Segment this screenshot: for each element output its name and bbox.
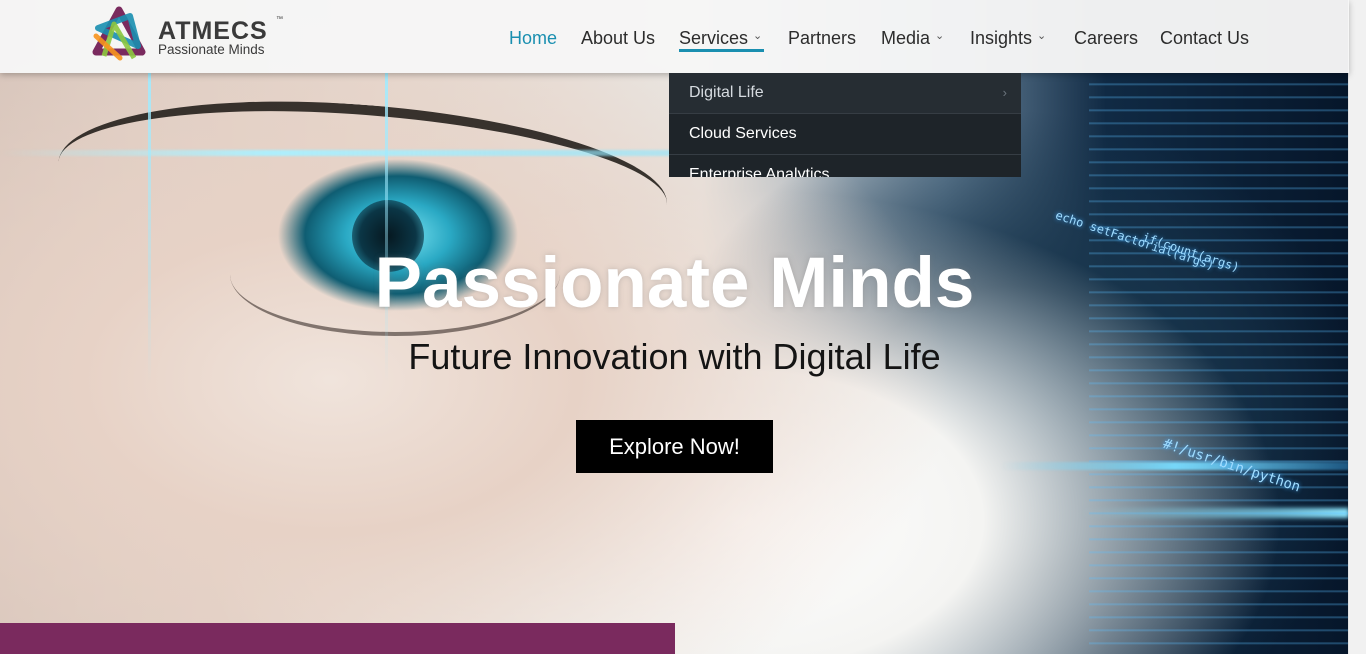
- dropdown-item-enterprise-analytics[interactable]: Enterprise Analytics: [669, 155, 1021, 177]
- nav-item-about-us[interactable]: About Us: [581, 26, 655, 50]
- brand-logo[interactable]: ATMECS ™ Passionate Minds: [90, 6, 290, 62]
- atmecs-logo-icon: [92, 6, 146, 61]
- nav-active-underline: [679, 49, 764, 52]
- nav-item-label: Services: [679, 28, 749, 48]
- services-dropdown: Digital Life › Cloud Services Enterprise…: [669, 73, 1021, 177]
- section-band: [0, 623, 675, 654]
- chevron-right-icon: ›: [1002, 85, 1007, 100]
- hero-title: Passionate Minds: [374, 244, 975, 323]
- site-header: ATMECS ™ Passionate Minds Home About Us …: [0, 0, 1349, 73]
- nav-item-label: Insights: [970, 28, 1033, 48]
- nav-item-home[interactable]: Home: [509, 26, 557, 50]
- dropdown-item-digital-life[interactable]: Digital Life ›: [669, 73, 1021, 114]
- chevron-down-icon: ⌄: [935, 30, 945, 42]
- chevron-down-icon: ⌄: [1037, 30, 1047, 42]
- dropdown-item-label: Cloud Services: [689, 125, 797, 142]
- nav-item-contact-us[interactable]: Contact Us: [1160, 26, 1249, 50]
- nav-item-label: Home: [509, 28, 558, 48]
- nav-item-partners[interactable]: Partners: [788, 26, 856, 50]
- nav-item-careers[interactable]: Careers: [1074, 26, 1138, 50]
- dropdown-item-label: Digital Life: [689, 84, 764, 101]
- nav-item-label: Media: [881, 28, 931, 48]
- explore-now-button[interactable]: Explore Now!: [576, 420, 773, 473]
- nav-item-media[interactable]: Media ⌄: [881, 26, 944, 53]
- brand-tagline: Passionate Minds: [158, 42, 265, 57]
- page-scrollbar[interactable]: [1348, 0, 1366, 654]
- dropdown-item-label: Enterprise Analytics: [689, 166, 830, 177]
- nav-item-label: About Us: [581, 28, 656, 48]
- nav-item-label: Partners: [788, 28, 857, 48]
- trademark-symbol: ™: [276, 16, 283, 23]
- chevron-down-icon: ⌄: [753, 30, 763, 42]
- brand-name: ATMECS: [158, 17, 268, 45]
- nav-item-label: Contact Us: [1160, 28, 1250, 48]
- dropdown-item-cloud-services[interactable]: Cloud Services: [669, 114, 1021, 155]
- nav-item-label: Careers: [1074, 28, 1139, 48]
- nav-item-insights[interactable]: Insights ⌄: [970, 26, 1046, 53]
- hero-subtitle: Future Innovation with Digital Life: [408, 336, 941, 377]
